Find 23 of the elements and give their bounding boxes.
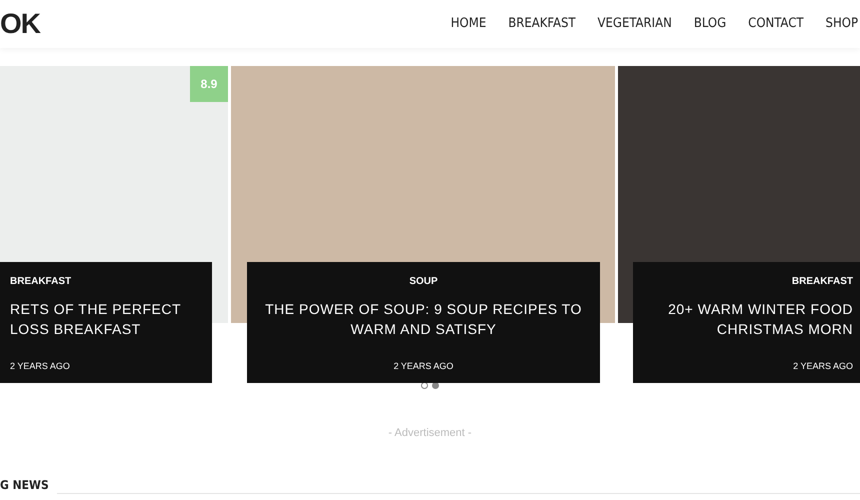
post-time: 2 YEARS AGO [793, 360, 853, 371]
post-card[interactable]: SOUP THE POWER OF SOUP: 9 SOUP RECIPES TO WARM AND SATISFY 2 YEARS AGO [231, 66, 615, 384]
post-time: 2 YEARS AGO [394, 360, 454, 371]
advertisement-label: - Advertisement - [388, 427, 472, 439]
nav-link[interactable]: BREAKFAST [508, 14, 576, 34]
nav-link[interactable]: BLOG [694, 14, 726, 34]
section-heading: G NEWS [0, 476, 49, 494]
post-category[interactable]: BREAKFAST [792, 276, 853, 287]
post-category[interactable]: BREAKFAST [10, 276, 72, 287]
post-time: 2 YEARS AGO [10, 360, 70, 371]
post-title[interactable]: RETS OF THE PERFECT LOSS BREAKFAST [10, 299, 202, 340]
nav-link[interactable]: HOME [450, 14, 486, 34]
post-title[interactable]: 20+ WARM WINTER FOOD CHRISTMAS MORN [643, 299, 853, 340]
post-card[interactable]: BREAKFAST 20+ WARM WINTER FOOD CHRISTMAS MORN 2 YEARS AGO [618, 66, 860, 384]
site-logo[interactable]: OK [0, 10, 40, 38]
carousel-dot[interactable] [421, 382, 428, 389]
post-category[interactable]: SOUP [409, 276, 438, 287]
nav-link[interactable]: SHOP [826, 14, 858, 34]
rating-badge: 8.9 [190, 66, 228, 102]
nav-link[interactable]: CONTACT [748, 14, 804, 34]
post-card[interactable]: 8.9 BREAKFAST RETS OF THE PERFECT LOSS BREAKFAST 2 YEARS AGO [0, 66, 228, 384]
post-title[interactable]: THE POWER OF SOUP: 9 SOUP RECIPES TO WARM AND SATISFY [257, 299, 590, 340]
nav-link[interactable]: VEGETARIAN [598, 14, 672, 34]
